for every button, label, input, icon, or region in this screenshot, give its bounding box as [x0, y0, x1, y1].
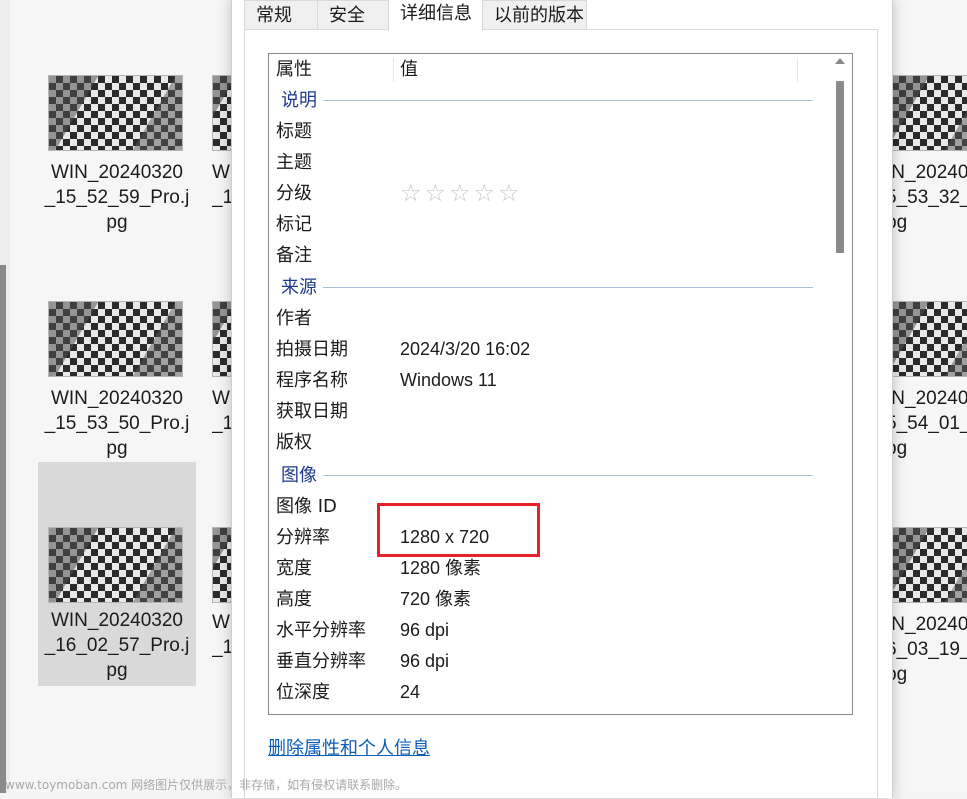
watermark-text: www.toymoban.com 网络图片仅供展示，非存储，如有侵权请联系删除。 — [5, 778, 408, 792]
column-header-value[interactable]: 值 — [393, 54, 797, 86]
file-name: WIN_20240320 _16_02_57_Pro.j pg — [44, 610, 190, 681]
property-value[interactable]: 96 dpi — [400, 615, 449, 646]
property-value[interactable]: 720 像素 — [400, 584, 471, 615]
property-row-bit-depth[interactable]: 位深度 24 — [269, 677, 829, 708]
property-row-subject[interactable]: 主题 — [269, 147, 829, 178]
property-label: 标记 — [276, 214, 312, 235]
property-label: 程序名称 — [276, 370, 348, 391]
property-row-dimensions[interactable]: 分辨率 1280 x 720 — [269, 522, 829, 553]
file-name: IN_20240 5_54_01_ pg — [888, 388, 967, 459]
file-name: IN_20240 5_53_32_ pg — [888, 162, 967, 233]
property-label: 分辨率 — [276, 527, 330, 548]
tab-general[interactable]: 常规 — [244, 0, 318, 29]
property-label: 高度 — [276, 589, 312, 610]
property-label: 版权 — [276, 432, 312, 453]
file-item-partial[interactable]: IN_20240 5_54_01_ pg — [888, 291, 967, 515]
image-thumbnail — [48, 527, 183, 603]
property-row-program[interactable]: 程序名称 Windows 11 — [269, 365, 829, 396]
file-item-selected[interactable]: WIN_20240320 _16_02_57_Pro.j pg — [38, 462, 196, 686]
property-label: 垂直分辨率 — [276, 651, 366, 672]
list-header: 属性 值 — [269, 54, 852, 86]
property-value[interactable]: 96 dpi — [400, 646, 449, 677]
file-name: IN_20240 6_03_19_ pg — [888, 614, 967, 685]
property-row-height[interactable]: 高度 720 像素 — [269, 584, 829, 615]
property-row-width[interactable]: 宽度 1280 像素 — [269, 553, 829, 584]
property-value[interactable]: 24 — [400, 677, 420, 708]
tab-security[interactable]: 安全 — [317, 0, 389, 29]
remove-properties-link[interactable]: 删除属性和个人信息 — [268, 734, 430, 760]
file-item-partial[interactable]: IN_20240 5_53_32_ pg — [888, 65, 967, 289]
image-thumbnail — [891, 75, 967, 151]
image-thumbnail — [48, 75, 183, 151]
group-label: 说明 — [281, 90, 317, 111]
property-label: 标题 — [276, 121, 312, 142]
tab-details[interactable]: 详细信息 — [388, 0, 483, 31]
column-header-property[interactable]: 属性 — [269, 54, 393, 86]
property-row-title[interactable]: 标题 — [269, 116, 829, 147]
scrollbar-edge[interactable] — [0, 265, 6, 793]
scroll-up-arrow-icon[interactable] — [835, 58, 845, 64]
image-thumbnail — [48, 301, 183, 377]
property-label: 位深度 — [276, 682, 330, 703]
image-thumbnail — [891, 527, 967, 603]
group-label: 来源 — [281, 277, 317, 298]
group-label: 图像 — [281, 465, 317, 486]
file-name: WIN_20240320 _15_52_59_Pro.j pg — [44, 162, 190, 233]
group-divider — [323, 475, 813, 476]
property-row-author[interactable]: 作者 — [269, 303, 829, 334]
property-row-image-id[interactable]: 图像 ID — [269, 491, 829, 522]
tab-previous-versions[interactable]: 以前的版本 — [482, 0, 587, 29]
property-label: 主题 — [276, 152, 312, 173]
property-row-comments[interactable]: 备注 — [269, 240, 829, 271]
property-value[interactable]: Windows 11 — [400, 365, 497, 396]
property-value[interactable]: 2024/3/20 16:02 — [400, 334, 530, 365]
column-divider[interactable] — [797, 58, 798, 82]
properties-list[interactable]: 属性 值 说明 标题 主题 分级 ☆☆☆☆☆ 标记 备注 来源 作者 拍摄日期 … — [268, 53, 853, 715]
group-divider — [323, 287, 813, 288]
vertical-scrollbar[interactable] — [829, 54, 852, 714]
group-header-origin: 来源 — [269, 272, 829, 303]
group-header-description: 说明 — [269, 85, 829, 116]
annotation-highlight-box — [377, 503, 540, 557]
property-label: 宽度 — [276, 558, 312, 579]
group-divider — [323, 100, 813, 101]
property-row-date-acquired[interactable]: 获取日期 — [269, 396, 829, 427]
file-item[interactable]: WIN_20240320 _15_52_59_Pro.j pg — [38, 65, 196, 289]
property-row-date-taken[interactable]: 拍摄日期 2024/3/20 16:02 — [269, 334, 829, 365]
property-label: 拍摄日期 — [276, 339, 348, 360]
image-thumbnail — [891, 301, 967, 377]
property-label: 作者 — [276, 308, 312, 329]
property-row-copyright[interactable]: 版权 — [269, 427, 829, 458]
rating-stars[interactable]: ☆☆☆☆☆ — [400, 178, 523, 209]
property-row-rating[interactable]: 分级 ☆☆☆☆☆ — [269, 178, 829, 209]
property-label: 水平分辨率 — [276, 620, 366, 641]
property-row-tags[interactable]: 标记 — [269, 209, 829, 240]
property-value[interactable]: 1280 像素 — [400, 553, 481, 584]
file-name: WIN_20240320 _15_53_50_Pro.j pg — [44, 388, 190, 459]
property-label: 获取日期 — [276, 401, 348, 422]
file-item-partial[interactable]: IN_20240 6_03_19_ pg — [888, 517, 967, 741]
scrollbar-thumb[interactable] — [836, 81, 844, 253]
property-label: 图像 ID — [276, 496, 337, 517]
property-row-horizontal-resolution[interactable]: 水平分辨率 96 dpi — [269, 615, 829, 646]
property-row-vertical-resolution[interactable]: 垂直分辨率 96 dpi — [269, 646, 829, 677]
group-header-image: 图像 — [269, 460, 829, 491]
property-label: 备注 — [276, 245, 312, 266]
property-label: 分级 — [276, 183, 312, 204]
tab-bar: 常规 安全 详细信息 以前的版本 — [244, 0, 878, 31]
